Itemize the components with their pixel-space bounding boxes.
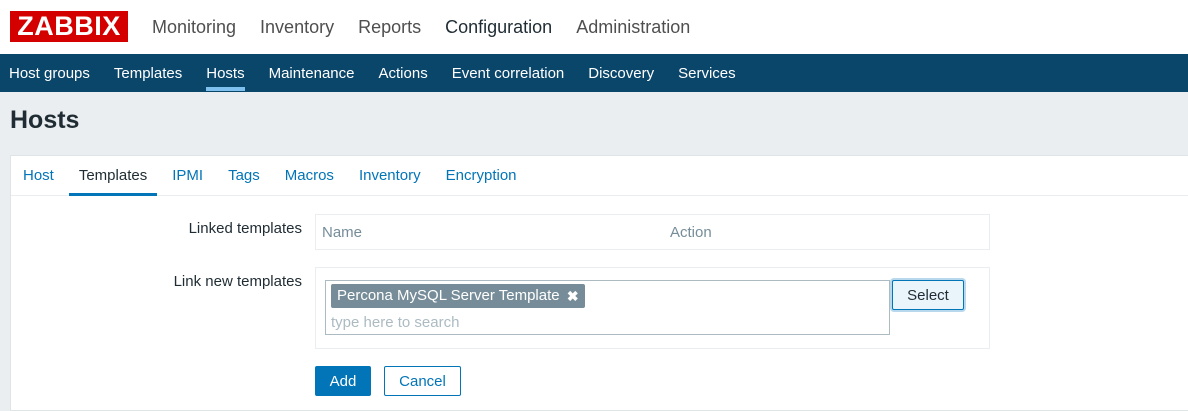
- tab-ipmi[interactable]: IPMI: [162, 156, 213, 195]
- linked-templates-table: Name Action: [315, 214, 990, 250]
- submenu-actions[interactable]: Actions: [367, 54, 440, 92]
- template-multiselect[interactable]: Percona MySQL Server Template ✖: [325, 280, 890, 335]
- menu-reports[interactable]: Reports: [346, 17, 433, 38]
- tab-inventory[interactable]: Inventory: [349, 156, 431, 195]
- column-header-name: Name: [322, 224, 363, 241]
- link-new-templates-label: Link new templates: [173, 273, 302, 290]
- menu-configuration[interactable]: Configuration: [433, 17, 564, 38]
- menu-inventory[interactable]: Inventory: [248, 17, 346, 38]
- linked-templates-label: Linked templates: [188, 220, 302, 237]
- tab-encryption[interactable]: Encryption: [436, 156, 527, 195]
- page-title: Hosts: [10, 106, 80, 134]
- zabbix-logo[interactable]: ZABBIX: [10, 11, 128, 42]
- menu-administration[interactable]: Administration: [564, 17, 702, 38]
- add-button[interactable]: Add: [315, 366, 371, 396]
- submenu-discovery[interactable]: Discovery: [576, 54, 666, 92]
- select-button[interactable]: Select: [892, 280, 964, 310]
- selected-template-label: Percona MySQL Server Template: [337, 287, 560, 304]
- submenu-host-groups[interactable]: Host groups: [0, 54, 102, 92]
- tab-tags[interactable]: Tags: [218, 156, 270, 195]
- remove-template-icon[interactable]: ✖: [567, 284, 579, 308]
- main-menu: Monitoring Inventory Reports Configurati…: [140, 0, 702, 54]
- tab-macros[interactable]: Macros: [275, 156, 344, 195]
- cancel-button[interactable]: Cancel: [384, 366, 461, 396]
- form-tabs: Host Templates IPMI Tags Macros Inventor…: [11, 156, 1188, 196]
- tab-templates[interactable]: Templates: [68, 156, 158, 196]
- submenu-hosts[interactable]: Hosts: [194, 54, 256, 92]
- menu-monitoring[interactable]: Monitoring: [140, 17, 248, 38]
- submenu-maintenance[interactable]: Maintenance: [257, 54, 367, 92]
- submenu-event-correlation[interactable]: Event correlation: [440, 54, 577, 92]
- column-header-action: Action: [670, 224, 712, 241]
- link-new-templates-box: Percona MySQL Server Template ✖ Select: [315, 267, 990, 349]
- top-bar: ZABBIX Monitoring Inventory Reports Conf…: [0, 0, 1188, 54]
- submenu-templates[interactable]: Templates: [102, 54, 194, 92]
- host-form-panel: Host Templates IPMI Tags Macros Inventor…: [10, 155, 1188, 411]
- sub-menu: Host groups Templates Hosts Maintenance …: [0, 54, 1188, 92]
- template-search-input[interactable]: [331, 312, 871, 332]
- submenu-services[interactable]: Services: [666, 54, 748, 92]
- selected-template-chip: Percona MySQL Server Template ✖: [331, 284, 585, 308]
- tab-host[interactable]: Host: [13, 156, 64, 195]
